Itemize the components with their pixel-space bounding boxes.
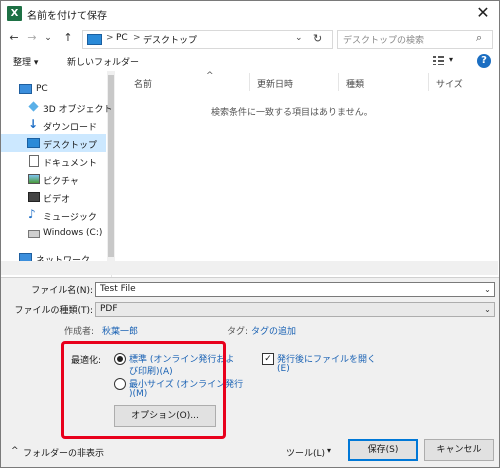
column-header-size[interactable]: サイズ <box>436 77 463 90</box>
sidebar-item-label: ダウンロード <box>43 123 98 133</box>
title-bar: X 名前を付けて保存 ✕ <box>1 1 499 27</box>
recent-locations-dropdown[interactable]: ⌄ <box>41 31 55 45</box>
tags-add-link[interactable]: タグの追加 <box>251 324 296 337</box>
window-title: 名前を付けて保存 <box>27 11 107 22</box>
new-folder-button[interactable]: 新しいフォルダー <box>67 55 139 68</box>
hide-folders-chevron-icon[interactable]: ^ <box>11 446 19 456</box>
author-value[interactable]: 秋葉一郎 <box>102 324 138 337</box>
view-options-icon[interactable] <box>433 56 444 65</box>
address-dropdown-icon[interactable]: ⌄ <box>295 33 303 43</box>
help-button[interactable]: ? <box>477 54 491 68</box>
column-divider[interactable] <box>249 73 250 91</box>
sidebar-item-downloads[interactable]: ↓ ダウンロード <box>1 116 106 134</box>
filename-value: Test File <box>100 284 136 294</box>
tools-menu[interactable]: ツール(L) <box>286 446 325 459</box>
browser-area: PC 3D オブジェクト ↓ ダウンロード デスクトップ ドキュメント ピクチャ <box>1 71 499 278</box>
sidebar-item-label: Windows (C:) <box>43 228 103 238</box>
column-header-name[interactable]: 名前 <box>134 77 152 90</box>
filename-input[interactable]: Test File ⌄ <box>95 282 495 297</box>
tools-dropdown-icon[interactable]: ▾ <box>327 446 331 455</box>
music-note-icon: ♪ <box>28 207 36 221</box>
sidebar-item-label: ミュージック <box>43 213 97 223</box>
forward-button[interactable]: → <box>25 31 39 45</box>
open-after-publish-label-line1[interactable]: 発行後にファイルを開く <box>277 352 376 365</box>
download-arrow-icon: ↓ <box>28 117 39 131</box>
desktop-icon <box>87 34 102 45</box>
back-button[interactable]: ← <box>7 31 21 45</box>
column-divider[interactable] <box>428 73 429 91</box>
sidebar-item-windows-c[interactable]: Windows (C:) <box>1 224 106 242</box>
horizontal-scrollbar[interactable] <box>1 261 498 275</box>
column-header-type[interactable]: 種類 <box>346 77 364 90</box>
address-bar[interactable]: > PC > デスクトップ ⌄ ↻ <box>82 30 333 49</box>
sidebar-item-videos[interactable]: ビデオ <box>1 188 106 206</box>
navigation-pane: PC 3D オブジェクト ↓ ダウンロード デスクトップ ドキュメント ピクチャ <box>1 71 115 277</box>
cancel-button[interactable]: キャンセル <box>424 439 494 461</box>
cube-icon <box>28 101 39 112</box>
open-after-publish-checkbox[interactable]: ✓ <box>262 353 274 365</box>
sidebar-item-3d-objects[interactable]: 3D オブジェクト <box>1 98 113 116</box>
sidebar-item-desktop[interactable]: デスクトップ <box>1 134 106 152</box>
desktop-icon <box>27 138 40 148</box>
close-button[interactable]: ✕ <box>473 3 493 23</box>
hide-folders-toggle[interactable]: フォルダーの非表示 <box>23 446 104 459</box>
refresh-icon[interactable]: ↻ <box>313 32 322 45</box>
empty-folder-message: 検索条件に一致する項目はありません。 <box>211 108 373 118</box>
command-toolbar: 整理 ▾ 新しいフォルダー ▾ ? <box>1 51 499 71</box>
sidebar-item-label: ピクチャ <box>43 177 79 187</box>
sidebar-item-pictures[interactable]: ピクチャ <box>1 170 106 188</box>
sort-ascending-icon: ^ <box>206 71 214 81</box>
breadcrumb-sep: > <box>133 33 141 43</box>
up-button[interactable]: ↑ <box>61 31 75 45</box>
organize-menu[interactable]: 整理 ▾ <box>13 55 38 68</box>
filetype-value: PDF <box>100 304 118 314</box>
sidebar-item-label: ドキュメント <box>43 159 98 169</box>
filetype-select[interactable]: PDF ⌄ <box>95 302 495 317</box>
column-header-modified[interactable]: 更新日時 <box>257 77 293 90</box>
filename-dropdown-icon[interactable]: ⌄ <box>482 283 493 296</box>
sidebar-item-label: PC <box>36 84 48 94</box>
sidebar-item-label: 3D オブジェクト <box>43 105 113 115</box>
breadcrumb-sep: > <box>106 33 114 43</box>
breadcrumb-item-desktop[interactable]: デスクトップ <box>143 33 197 46</box>
sidebar-item-pc[interactable]: PC <box>1 80 106 98</box>
pc-icon <box>19 84 32 94</box>
video-icon <box>28 192 40 202</box>
breadcrumb-item-pc[interactable]: PC <box>116 33 128 43</box>
author-label: 作成者: <box>64 327 95 337</box>
filetype-dropdown-icon[interactable]: ⌄ <box>482 303 493 316</box>
filetype-label: ファイルの種類(T): <box>14 306 93 316</box>
search-placeholder: デスクトップの検索 <box>343 36 425 46</box>
document-icon <box>29 155 39 167</box>
excel-app-icon: X <box>7 6 22 21</box>
search-box[interactable]: デスクトップの検索 ⌕ <box>337 30 493 49</box>
tags-label: タグ: <box>227 327 249 337</box>
highlight-annotation-box <box>61 341 226 439</box>
sidebar-item-music[interactable]: ♪ ミュージック <box>1 206 106 224</box>
search-icon[interactable]: ⌕ <box>476 31 482 45</box>
picture-icon <box>28 174 40 184</box>
drive-icon <box>28 230 40 238</box>
sidebar-item-label: デスクトップ <box>43 141 98 151</box>
view-dropdown-icon[interactable]: ▾ <box>449 55 453 64</box>
save-button[interactable]: 保存(S) <box>348 439 418 461</box>
sidebar-item-documents[interactable]: ドキュメント <box>1 152 106 170</box>
filename-label: ファイル名(N): <box>31 286 93 296</box>
sidebar-item-label: ビデオ <box>43 195 71 205</box>
navigation-bar: ← → ⌄ ↑ > PC > デスクトップ ⌄ ↻ デスクトップの検索 ⌕ <box>1 27 499 51</box>
open-after-publish-label-line2[interactable]: (E) <box>277 364 290 374</box>
column-divider[interactable] <box>338 73 339 91</box>
